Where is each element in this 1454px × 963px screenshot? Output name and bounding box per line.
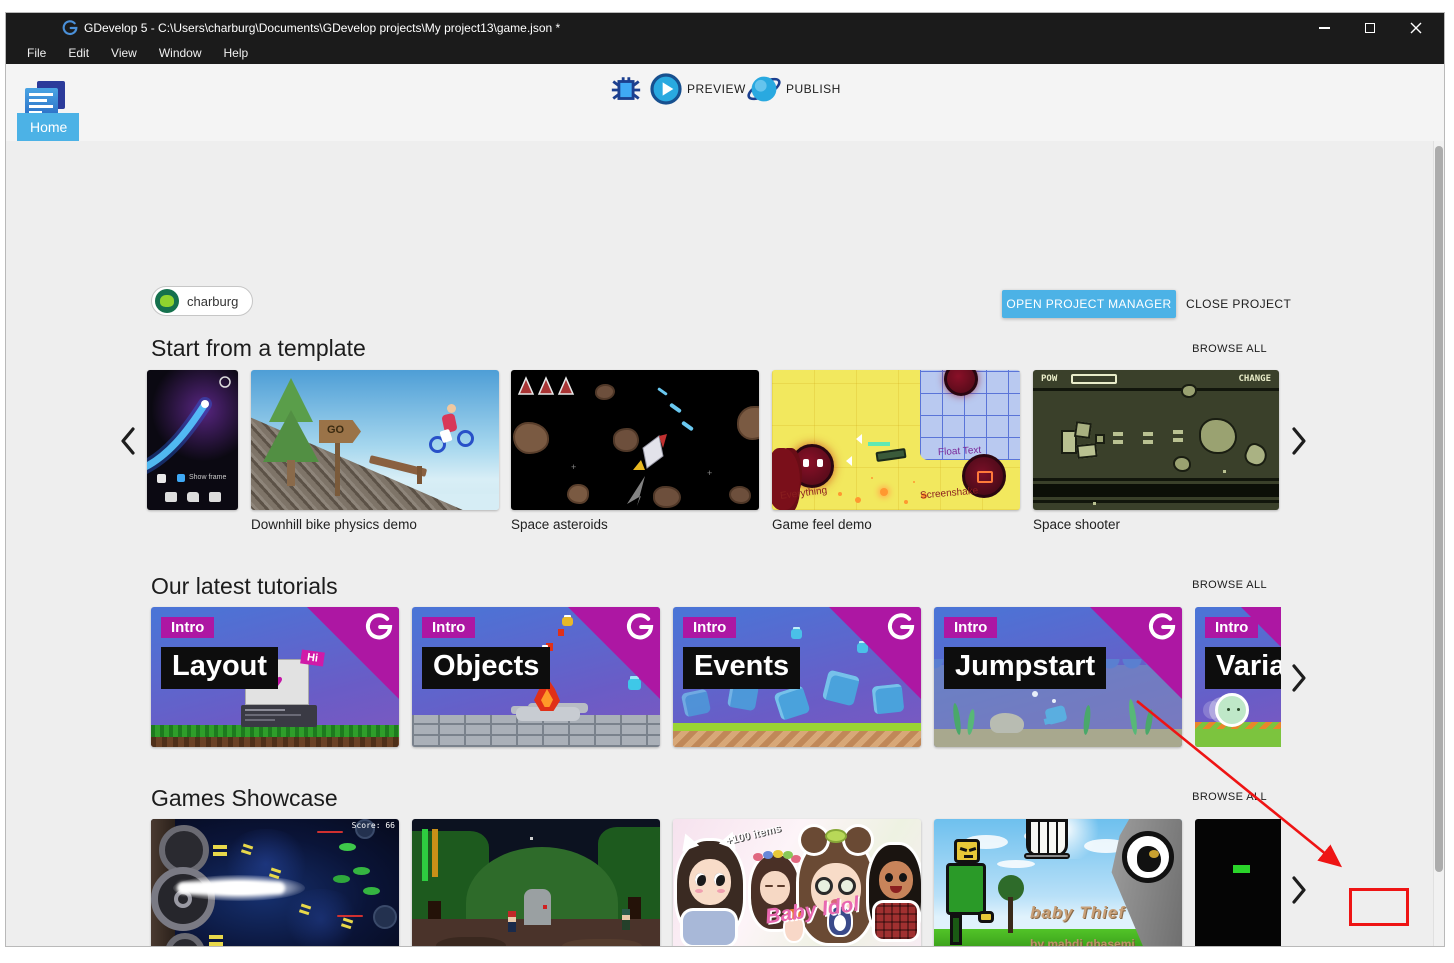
tutorial-title: Layout <box>161 647 278 689</box>
close-button-icon[interactable] <box>1396 13 1436 43</box>
tutorial-card-jumpstart[interactable]: Intro Jumpstart <box>934 607 1182 747</box>
baby-thief-title: baby Thief <box>1030 903 1125 923</box>
chevron-right-icon[interactable] <box>1289 426 1309 456</box>
gdevelop-g-icon <box>365 613 393 641</box>
template-caption: Game feel demo <box>772 517 872 532</box>
tutorial-card-events[interactable]: Intro Events <box>673 607 921 747</box>
browse-all-tutorials[interactable]: BROWSE ALL <box>1192 579 1267 591</box>
gdevelop-logo-icon <box>62 20 78 36</box>
browse-all-templates[interactable]: BROWSE ALL <box>1192 343 1267 355</box>
tab-home[interactable]: Home <box>17 113 79 141</box>
hi-tag: Hi <box>300 649 325 666</box>
gdevelop-g-icon <box>887 613 915 641</box>
show-frame-label: Show frame <box>189 474 226 481</box>
tutorial-card-variables[interactable]: +1 Intro Variables <box>1195 607 1281 747</box>
pow-label: POW <box>1041 374 1057 384</box>
chevron-right-icon[interactable] <box>1289 875 1309 905</box>
section-title-templates: Start from a template <box>151 335 366 362</box>
publish-globe-icon[interactable] <box>747 72 781 106</box>
tutorial-title: Events <box>683 647 800 689</box>
tutorial-card-layout[interactable]: ♥ Hi Intro Layout <box>151 607 399 747</box>
minimize-button-icon[interactable] <box>1304 13 1344 43</box>
chevron-right-icon[interactable] <box>1289 663 1309 693</box>
open-project-manager-button[interactable]: OPEN PROJECT MANAGER <box>1002 290 1176 318</box>
showcase-card-baby-thief[interactable]: baby Thief by mahdi ghasemi <box>934 819 1182 947</box>
home-page: charburg OPEN PROJECT MANAGER CLOSE PROJ… <box>6 141 1444 947</box>
intro-tag: Intro <box>944 617 997 638</box>
menu-bar: File Edit View Window Help <box>6 43 1444 64</box>
tutorial-title: Objects <box>422 647 550 689</box>
scrollbar-thumb[interactable] <box>1435 146 1443 872</box>
template-caption: Space asteroids <box>511 517 608 532</box>
preview-play-icon[interactable] <box>650 73 682 105</box>
publish-button[interactable]: PUBLISH <box>786 73 841 105</box>
showcase-card-floresia[interactable] <box>412 819 660 947</box>
tutorial-card-objects[interactable]: Intro Objects <box>412 607 660 747</box>
tutorial-title: Variables <box>1205 647 1281 689</box>
gdevelop-g-icon <box>626 613 654 641</box>
debug-icon[interactable] <box>609 73 643 107</box>
user-chip[interactable]: charburg <box>151 286 253 316</box>
template-card-game-feel[interactable]: Float Text Everything Screenshake <box>772 370 1020 510</box>
template-card-downhill-bike[interactable]: GO <box>251 370 499 510</box>
menu-edit[interactable]: Edit <box>57 43 100 64</box>
window-title: GDevelop 5 - C:\Users\charburg\Documents… <box>84 13 560 43</box>
menu-window[interactable]: Window <box>148 43 213 64</box>
close-project-button[interactable]: CLOSE PROJECT <box>1186 290 1291 318</box>
tutorial-title: Jumpstart <box>944 647 1106 689</box>
intro-tag: Intro <box>1205 617 1258 638</box>
annotation-highlight-box <box>1349 888 1409 926</box>
username: charburg <box>187 294 238 309</box>
toolbar: PREVIEW PUBLISH <box>6 64 1444 141</box>
menu-view[interactable]: View <box>100 43 148 64</box>
screenshake-label: Screenshake <box>920 485 979 501</box>
baby-thief-author: by mahdi ghasemi <box>1030 937 1135 947</box>
title-bar: GDevelop 5 - C:\Users\charburg\Documents… <box>6 13 1444 43</box>
change-label: CHANGE <box>1238 374 1271 384</box>
browse-all-showcase[interactable]: BROWSE ALL <box>1192 791 1267 803</box>
avatar <box>155 289 179 313</box>
menu-help[interactable]: Help <box>213 43 260 64</box>
showcase-card-blazing-inferno[interactable]: Score: 66 <box>151 819 399 947</box>
menu-file[interactable]: File <box>16 43 57 64</box>
showcase-card-brick-drop[interactable] <box>1195 819 1281 947</box>
template-card-space-asteroids[interactable]: + + <box>511 370 759 510</box>
template-caption: Downhill bike physics demo <box>251 517 417 532</box>
intro-tag: Intro <box>161 617 214 638</box>
showcase-card-baby-idol[interactable]: Baby Idol +100 items <box>673 819 921 947</box>
template-card-space-shooter[interactable]: POW CHANGE <box>1033 370 1279 510</box>
intro-tag: Intro <box>683 617 736 638</box>
preview-button[interactable]: PREVIEW <box>687 73 746 105</box>
template-card-partial[interactable]: Show frame <box>147 370 238 510</box>
score-label: Score: 66 <box>352 821 395 830</box>
section-title-showcase: Games Showcase <box>151 785 338 812</box>
intro-tag: Intro <box>422 617 475 638</box>
template-caption: Space shooter <box>1033 517 1120 532</box>
gdevelop-window: GDevelop 5 - C:\Users\charburg\Documents… <box>5 12 1445 947</box>
go-sign-label: GO <box>327 424 344 436</box>
items-label: +100 items <box>724 822 782 847</box>
chevron-left-icon[interactable] <box>118 426 138 456</box>
gdevelop-g-icon <box>1148 613 1176 641</box>
maximize-button-icon[interactable] <box>1350 13 1390 43</box>
section-title-tutorials: Our latest tutorials <box>151 573 338 600</box>
